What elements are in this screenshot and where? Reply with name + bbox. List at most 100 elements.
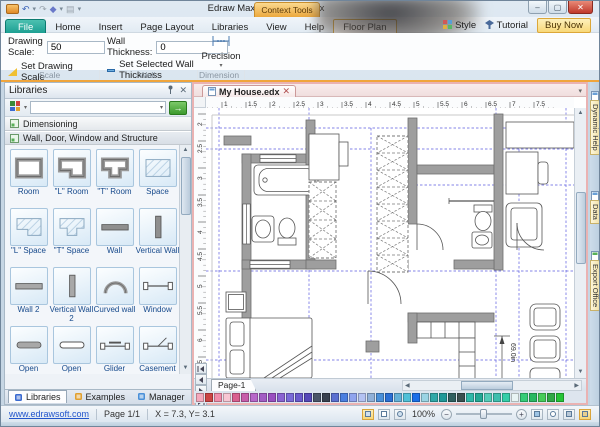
color-swatch[interactable] <box>475 393 483 402</box>
normal-view-icon[interactable] <box>362 409 374 420</box>
color-swatch[interactable] <box>268 393 276 402</box>
tab-list-dropdown-icon[interactable]: ▾ <box>578 87 582 95</box>
color-swatch[interactable] <box>493 393 501 402</box>
scroll-right-icon[interactable]: ▶ <box>574 382 579 391</box>
color-swatch[interactable] <box>205 393 213 402</box>
color-swatch[interactable] <box>313 393 321 402</box>
library-add-button[interactable]: → <box>169 101 187 115</box>
color-swatch[interactable] <box>457 393 465 402</box>
color-swatch[interactable] <box>403 393 411 402</box>
zoom-in-button[interactable]: + <box>516 409 527 420</box>
library-menu-button[interactable] <box>9 99 21 117</box>
shape-t-space[interactable]: "T" Space <box>50 208 93 264</box>
scrollbar-thumb[interactable] <box>576 192 586 264</box>
color-swatch[interactable] <box>331 393 339 402</box>
shape-vertical-wall[interactable]: Vertical Wall <box>136 208 179 264</box>
color-swatch[interactable] <box>556 393 564 402</box>
shape-room[interactable]: Room <box>7 149 50 205</box>
zoom-slider[interactable] <box>456 413 512 415</box>
navigate-dropdown-icon[interactable]: ▾ <box>60 5 64 13</box>
color-swatch[interactable] <box>196 393 204 402</box>
qat-customize-icon[interactable]: ▾ <box>78 5 82 13</box>
full-screen-icon[interactable] <box>579 409 591 420</box>
color-swatch[interactable] <box>358 393 366 402</box>
scroll-up-icon[interactable]: ▲ <box>180 145 191 156</box>
drawing-scale-input[interactable] <box>47 41 105 54</box>
print-view-icon[interactable] <box>394 409 406 420</box>
print-preview-icon[interactable]: ▤ <box>66 4 75 14</box>
website-link[interactable]: www.edrawsoft.com <box>9 409 89 419</box>
shape-open-window[interactable]: Open Window <box>7 326 50 374</box>
document-tab[interactable]: My House.edx ✕ <box>202 85 296 97</box>
shape-curved-wall[interactable]: Curved wall <box>93 267 136 323</box>
section-dimensioning[interactable]: Dimensioning <box>5 117 191 131</box>
color-swatch[interactable] <box>484 393 492 402</box>
color-swatch[interactable] <box>295 393 303 402</box>
color-swatch[interactable] <box>412 393 420 402</box>
zoom-slider-thumb[interactable] <box>480 409 487 419</box>
shape-window[interactable]: Window <box>136 267 179 323</box>
maximize-button[interactable]: ▢ <box>548 1 567 14</box>
color-swatch[interactable] <box>250 393 258 402</box>
bottom-tab-examples[interactable]: Examples <box>69 390 131 403</box>
color-swatch[interactable] <box>214 393 222 402</box>
color-swatch[interactable] <box>385 393 393 402</box>
pan-icon[interactable] <box>563 409 575 420</box>
color-swatch[interactable] <box>502 393 510 402</box>
tutorial-button[interactable]: Tutorial <box>485 20 528 31</box>
color-swatch[interactable] <box>349 393 357 402</box>
color-swatch[interactable] <box>511 393 519 402</box>
color-swatch[interactable] <box>367 393 375 402</box>
app-icon[interactable] <box>6 4 19 14</box>
color-swatch[interactable] <box>520 393 528 402</box>
scrollbar-thumb[interactable] <box>181 157 191 215</box>
tab-close-icon[interactable]: ✕ <box>283 86 291 97</box>
color-swatch[interactable] <box>277 393 285 402</box>
redo-icon[interactable]: ↷ <box>39 4 47 14</box>
section-wall-door-window[interactable]: Wall, Door, Window and Structure <box>5 131 191 145</box>
side-tab-data[interactable]: Data <box>590 200 600 224</box>
shape-open-window-2[interactable]: Open Window 2 <box>50 326 93 374</box>
color-swatch[interactable] <box>340 393 348 402</box>
color-swatch[interactable] <box>448 393 456 402</box>
precision-button[interactable]: Precision ▾ <box>199 35 243 69</box>
color-swatch[interactable] <box>538 393 546 402</box>
side-tab-dynamic-help[interactable]: Dynamic Help <box>590 100 600 155</box>
color-swatch[interactable] <box>421 393 429 402</box>
color-swatch[interactable] <box>439 393 447 402</box>
minimize-button[interactable]: – <box>528 1 547 14</box>
bottom-tab-manager[interactable]: Manager <box>132 390 190 403</box>
color-swatch[interactable] <box>547 393 555 402</box>
color-swatch[interactable] <box>259 393 267 402</box>
horizontal-scrollbar[interactable]: ◀ ▶ <box>402 380 582 391</box>
page-tab[interactable]: Page-1 <box>211 379 256 391</box>
color-swatch[interactable] <box>304 393 312 402</box>
shape-wall-2[interactable]: Wall 2 <box>7 267 50 323</box>
undo-dropdown-icon[interactable]: ▾ <box>33 5 37 13</box>
scrollbar-thumb[interactable] <box>461 381 513 390</box>
style-button[interactable]: Style <box>443 20 476 31</box>
pin-icon[interactable] <box>167 85 174 96</box>
drawing-page[interactable]: 69.0in <box>206 108 574 378</box>
scroll-left-icon[interactable]: ◀ <box>405 382 410 391</box>
color-swatch[interactable] <box>322 393 330 402</box>
scroll-up-icon[interactable]: ▲ <box>575 108 586 119</box>
panel-close-icon[interactable]: ✕ <box>179 85 187 96</box>
buy-now-button[interactable]: Buy Now <box>537 18 591 33</box>
shape-l-space[interactable]: "L" Space <box>7 208 50 264</box>
shape-l-room[interactable]: "L" Room <box>50 149 93 205</box>
library-menu-dropdown-icon[interactable]: ▾ <box>24 104 27 111</box>
scroll-down-icon[interactable]: ▼ <box>180 363 191 374</box>
shape-glider-window[interactable]: Glider Window <box>93 326 136 374</box>
side-tab-export-office[interactable]: Export Office <box>590 260 600 311</box>
color-swatch[interactable] <box>394 393 402 402</box>
page-view-icon[interactable] <box>378 409 390 420</box>
zoom-out-button[interactable]: − <box>441 409 452 420</box>
vertical-scrollbar[interactable]: ▲ ▼ <box>574 108 586 378</box>
scroll-down-icon[interactable]: ▼ <box>575 367 586 378</box>
shape-space[interactable]: Space <box>136 149 179 205</box>
color-swatch[interactable] <box>286 393 294 402</box>
navigate-icon[interactable]: ◆ <box>50 4 57 14</box>
color-swatch[interactable] <box>223 393 231 402</box>
first-page-button[interactable] <box>195 363 207 374</box>
